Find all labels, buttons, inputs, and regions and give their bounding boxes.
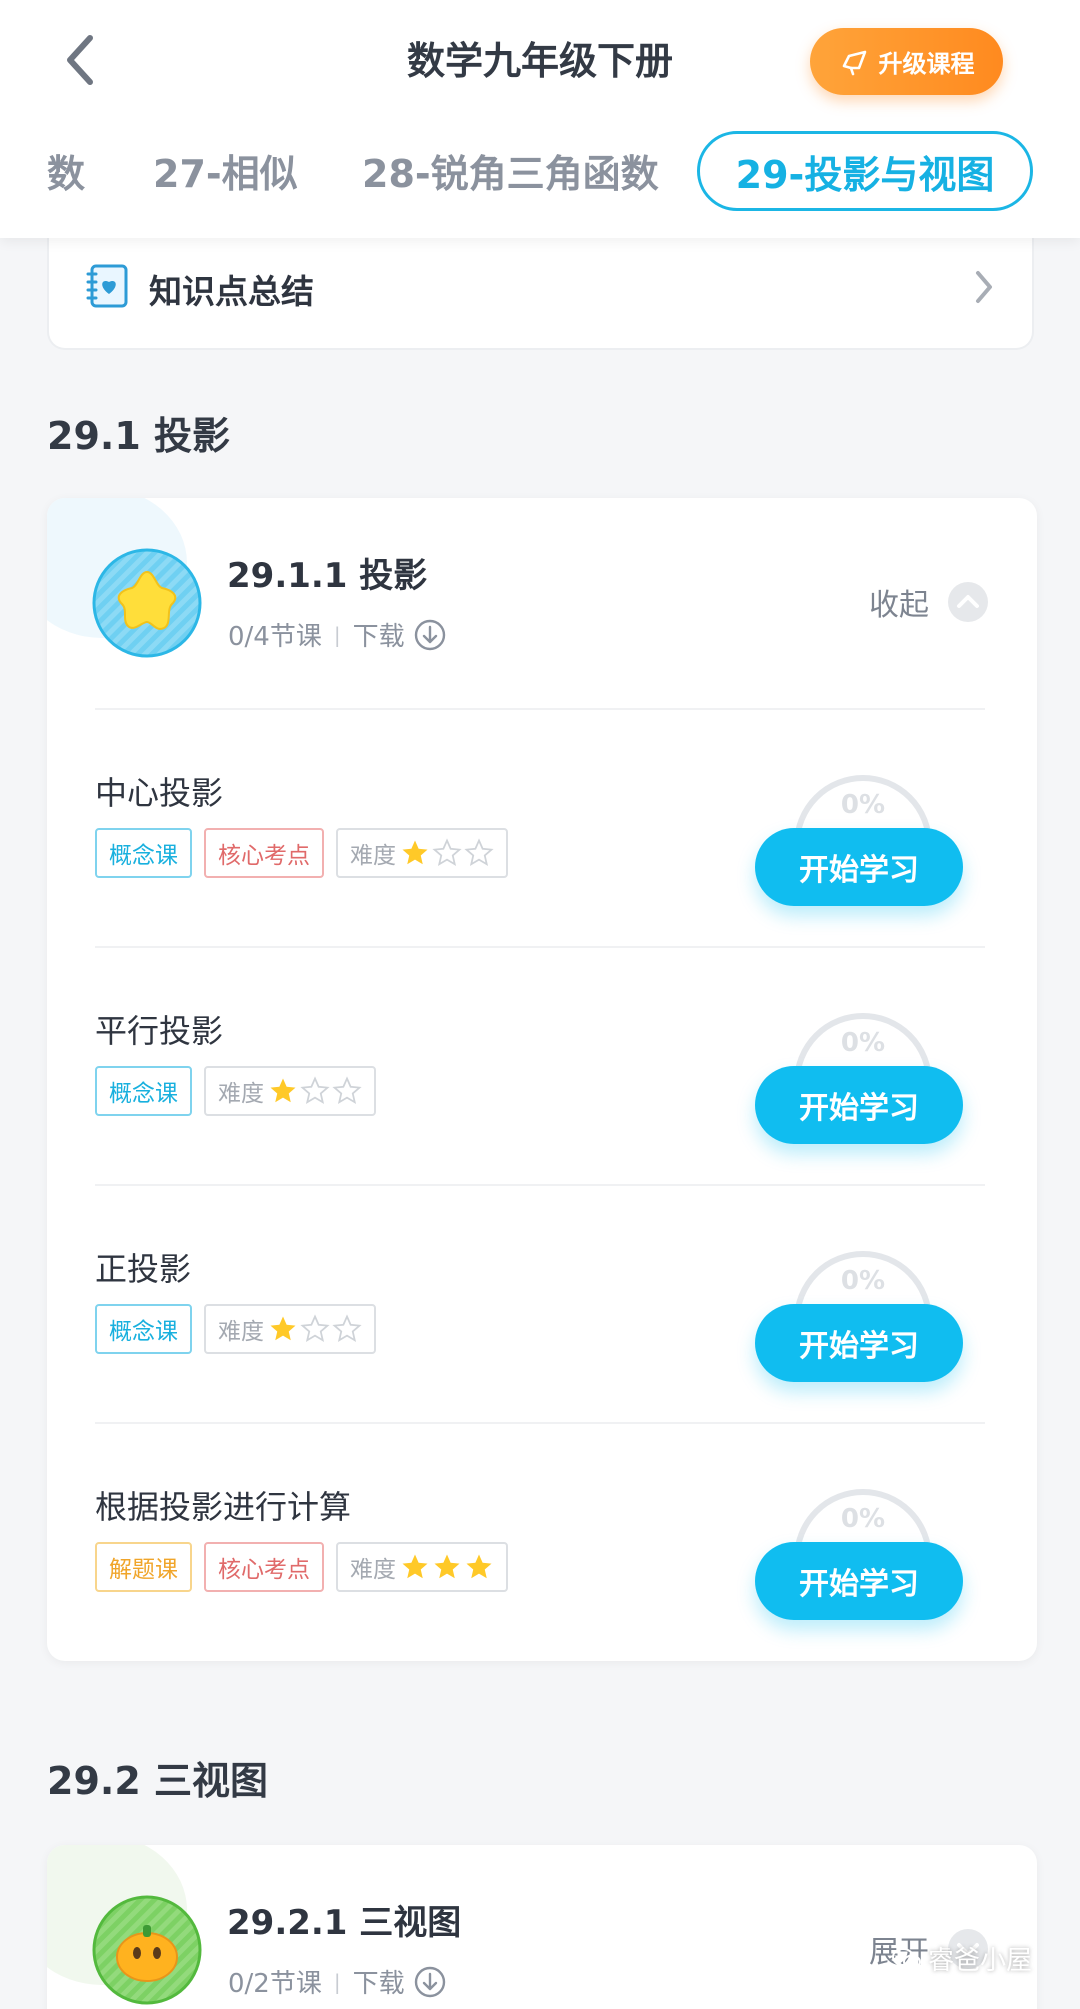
lesson-name: 中心投影 [95, 774, 224, 812]
progress-percent: 0% [840, 1028, 886, 1058]
upgrade-label: 升级课程 [878, 50, 975, 78]
wechat-icon [891, 1947, 921, 1969]
star-filled-icon [402, 1554, 428, 1579]
pumpkin-avatar-icon [92, 1895, 202, 2005]
star-filled-icon [270, 1316, 296, 1341]
watermark: 睿爸小屋 [891, 1940, 1032, 1977]
unit-card-29-1-1: 29.1.1 投影 0/4节课 | 下载 收起 中心投影 概念课 核心考点 难度 [47, 498, 1037, 1661]
difficulty-tag: 难度 [204, 1066, 376, 1116]
chevron-right-icon [972, 267, 996, 311]
watermark-text: 睿爸小屋 [927, 1946, 1032, 1976]
progress-percent: 0% [840, 1266, 886, 1296]
star-empty-icon [432, 838, 462, 867]
difficulty-label: 难度 [350, 843, 396, 869]
difficulty-stars [268, 1076, 362, 1106]
tab-27[interactable]: 27-相似 [153, 143, 298, 198]
difficulty-tag: 难度 [204, 1304, 376, 1354]
tag-concept: 概念课 [95, 828, 192, 878]
lesson-tags: 概念课 核心考点 难度 [95, 828, 508, 878]
difficulty-tag: 难度 [336, 828, 508, 878]
lesson-tags: 解题课 核心考点 难度 [95, 1542, 508, 1592]
unit-meta: 0/4节课 | 下载 [228, 616, 447, 653]
start-learning-button[interactable]: 开始学习 [755, 1304, 963, 1382]
lesson-name: 正投影 [95, 1250, 192, 1288]
start-learning-button[interactable]: 开始学习 [755, 828, 963, 906]
star-filled-icon [270, 1078, 296, 1103]
start-learning-button[interactable]: 开始学习 [755, 1542, 963, 1620]
separator: | [333, 1969, 341, 1994]
collapse-toggle[interactable]: 收起 [869, 580, 989, 624]
lesson-tags: 概念课 难度 [95, 1304, 376, 1354]
difficulty-stars [268, 1314, 362, 1344]
tag-concept: 概念课 [95, 1304, 192, 1354]
star-empty-icon [300, 1314, 330, 1343]
summary-label: 知识点总结 [149, 272, 314, 311]
progress-percent: 0% [840, 1504, 886, 1534]
difficulty-stars [400, 838, 494, 868]
unit-title: 29.1.1 投影 [227, 556, 428, 596]
tag-core: 核心考点 [204, 828, 324, 878]
tab-28[interactable]: 28-锐角三角函数 [362, 143, 659, 198]
top-bar: 数学九年级下册 升级课程 数 27-相似 28-锐角三角函数 29-投影与视图 [0, 0, 1080, 238]
chevron-up-icon [947, 581, 989, 623]
download-icon[interactable] [413, 618, 447, 652]
section-title-29-1: 29.1 投影 [47, 414, 230, 458]
start-learning-button[interactable]: 开始学习 [755, 1066, 963, 1144]
download-link[interactable]: 下载 [353, 616, 405, 653]
star-empty-icon [300, 1076, 330, 1105]
download-icon[interactable] [413, 1965, 447, 1999]
lesson-tags: 概念课 难度 [95, 1066, 376, 1116]
tag-concept: 概念课 [95, 1066, 192, 1116]
lesson-row: 中心投影 概念课 核心考点 难度 0% 开始学习 [95, 708, 985, 946]
star-filled-icon [434, 1554, 460, 1579]
star-filled-icon [466, 1554, 492, 1579]
star-empty-icon [332, 1076, 362, 1105]
star-avatar-icon [92, 548, 202, 658]
star-empty-icon [464, 838, 494, 867]
tab-26[interactable]: 数 [47, 143, 85, 198]
difficulty-label: 难度 [218, 1319, 264, 1345]
lesson-row: 根据投影进行计算 解题课 核心考点 难度 0% 开始学习 [95, 1422, 985, 1660]
upgrade-course-button[interactable]: 升级课程 [810, 28, 1003, 95]
section-title-29-2: 29.2 三视图 [47, 1759, 268, 1803]
difficulty-label: 难度 [350, 1557, 396, 1583]
megaphone-icon [839, 46, 871, 78]
progress-percent: 0% [840, 790, 886, 820]
lesson-row: 正投影 概念课 难度 0% 开始学习 [95, 1184, 985, 1422]
tab-29-active[interactable]: 29-投影与视图 [697, 131, 1033, 211]
lesson-name: 根据投影进行计算 [95, 1488, 352, 1526]
tag-core: 核心考点 [204, 1542, 324, 1592]
star-filled-icon [402, 840, 428, 865]
collapse-label: 收起 [869, 588, 929, 623]
separator: | [333, 622, 341, 647]
unit-title: 29.2.1 三视图 [227, 1903, 462, 1943]
unit-meta: 0/2节课 | 下载 [228, 1963, 447, 2000]
star-empty-icon [332, 1314, 362, 1343]
notebook-heart-icon [85, 263, 131, 313]
difficulty-stars [400, 1552, 494, 1582]
difficulty-tag: 难度 [336, 1542, 508, 1592]
knowledge-summary-row[interactable]: 知识点总结 [47, 225, 1034, 350]
unit-card-29-2-1: 29.2.1 三视图 0/2节课 | 下载 展开 [47, 1845, 1037, 2009]
lesson-name: 平行投影 [95, 1012, 224, 1050]
lesson-row: 平行投影 概念课 难度 0% 开始学习 [95, 946, 985, 1184]
unit-progress: 0/4节课 [228, 622, 322, 652]
chapter-tabs: 数 27-相似 28-锐角三角函数 29-投影与视图 [0, 125, 1080, 215]
download-link[interactable]: 下载 [353, 1963, 405, 2000]
tag-problem-solving: 解题课 [95, 1542, 192, 1592]
unit-progress: 0/2节课 [228, 1969, 322, 1999]
difficulty-label: 难度 [218, 1081, 264, 1107]
